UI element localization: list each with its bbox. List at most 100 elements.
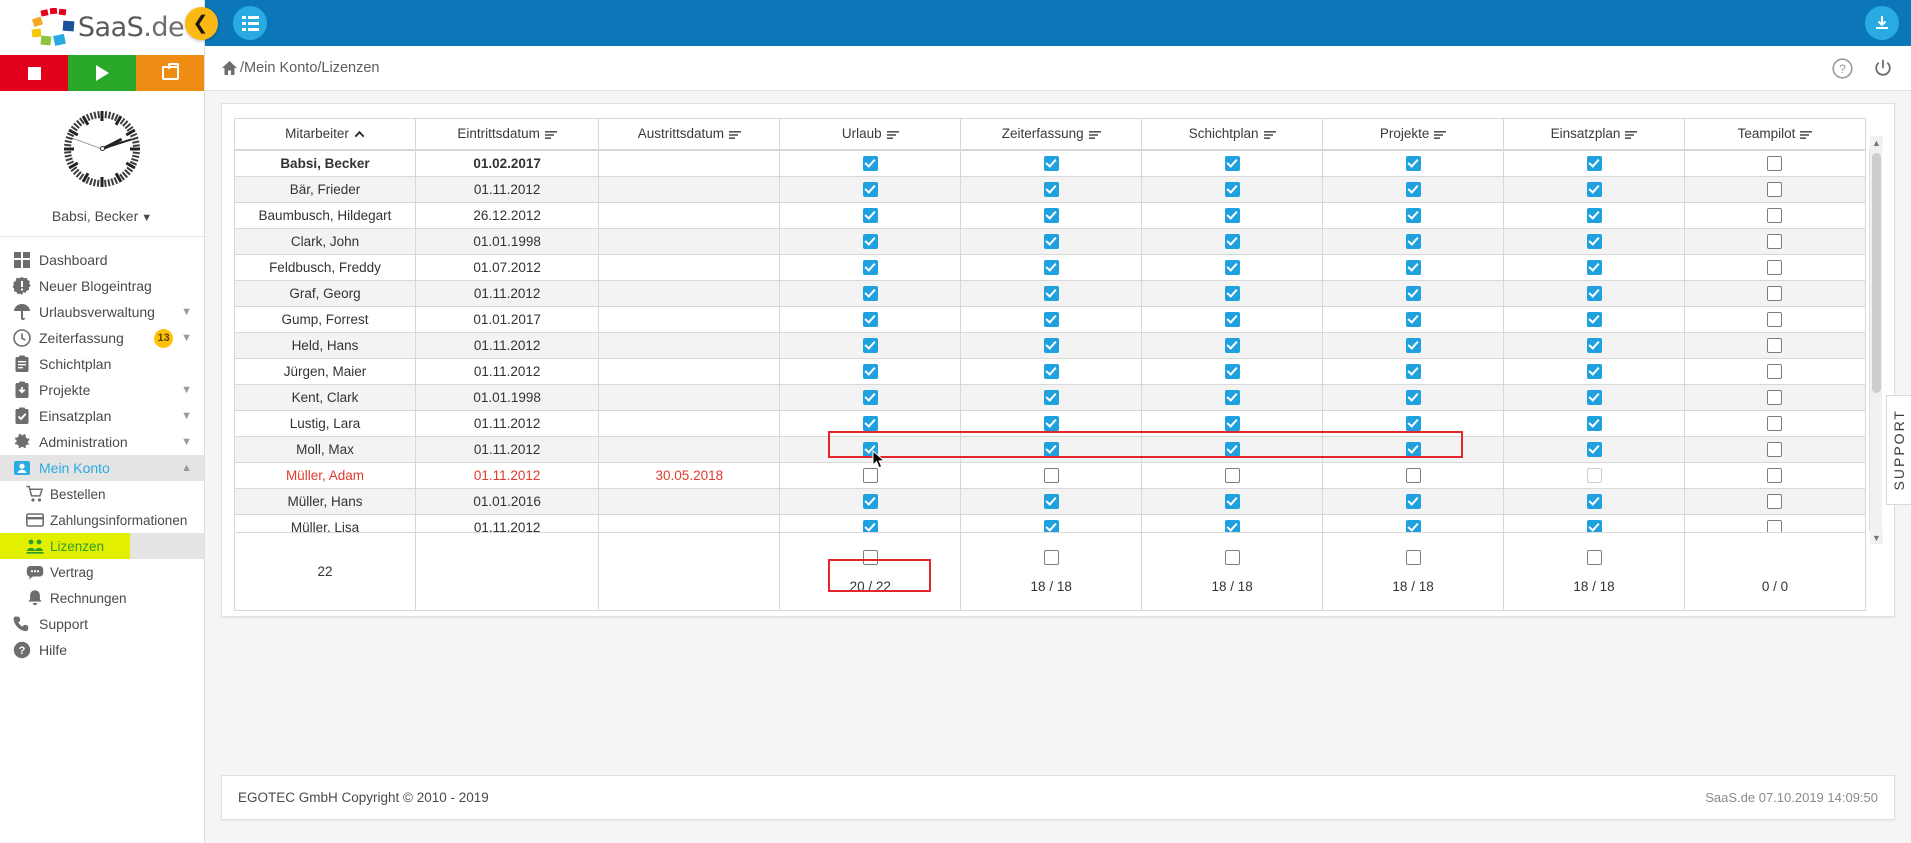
checkbox-checked[interactable] <box>862 260 878 276</box>
checkbox-checked[interactable] <box>862 234 878 250</box>
chevron-down-icon[interactable]: ▼ <box>181 332 192 344</box>
home-icon[interactable] <box>221 60 238 76</box>
checkbox-checked[interactable] <box>862 286 878 302</box>
sidebar-item-administration[interactable]: Administration ▼ <box>0 429 204 455</box>
checkbox-checked[interactable] <box>1224 442 1240 458</box>
checkbox-checked[interactable] <box>1043 260 1059 276</box>
checkbox-unchecked[interactable] <box>1043 468 1059 484</box>
checkbox-checked[interactable] <box>1224 338 1240 354</box>
checkbox-unchecked[interactable] <box>862 549 878 565</box>
checkbox-checked[interactable] <box>1586 312 1602 328</box>
checkbox-unchecked[interactable] <box>1224 468 1240 484</box>
download-button[interactable] <box>1865 6 1899 40</box>
checkbox-checked[interactable] <box>1224 364 1240 380</box>
table-row[interactable]: Babsi, Becker 01.02.2017 <box>234 150 1867 177</box>
checkbox-checked[interactable] <box>1224 260 1240 276</box>
sidebar-item-dashboard[interactable]: Dashboard <box>0 247 204 273</box>
help-circle-icon[interactable]: ? <box>1832 57 1853 79</box>
chevron-down-icon[interactable]: ▼ <box>181 384 192 396</box>
checkbox-checked[interactable] <box>1405 442 1421 458</box>
checkbox-checked[interactable] <box>862 442 878 458</box>
table-row[interactable]: Bär, Frieder 01.11.2012 <box>234 176 1867 203</box>
table-row[interactable]: Moll, Max 01.11.2012 <box>234 436 1867 463</box>
checkbox-unchecked[interactable] <box>1405 549 1421 565</box>
column-header-einsatzplan[interactable]: Einsatzplan <box>1503 118 1685 150</box>
table-row[interactable]: Müller, Lisa 01.11.2012 <box>234 514 1867 532</box>
sort-filter-icon[interactable] <box>544 127 557 142</box>
sidebar-item-einsatzplan[interactable]: Einsatzplan ▼ <box>0 403 204 429</box>
column-header-urlaub[interactable]: Urlaub <box>779 118 962 150</box>
checkbox-checked[interactable] <box>862 338 878 354</box>
checkbox-unchecked[interactable] <box>1224 549 1240 565</box>
checkbox-checked[interactable] <box>1224 208 1240 224</box>
checkbox-checked[interactable] <box>862 520 878 532</box>
table-vertical-scrollbar[interactable]: ▲ ▼ <box>1869 136 1883 544</box>
column-header-schichtplan[interactable]: Schichtplan <box>1141 118 1324 150</box>
column-header-austrittsdatum[interactable]: Austrittsdatum <box>598 118 781 150</box>
sort-filter-icon[interactable] <box>1434 127 1447 142</box>
checkbox-unchecked[interactable] <box>1767 312 1783 328</box>
table-row[interactable]: Graf, Georg 01.11.2012 <box>234 280 1867 307</box>
checkbox-unchecked[interactable] <box>1767 182 1783 198</box>
checkbox-unchecked[interactable] <box>1767 468 1783 484</box>
table-row[interactable]: Müller, Hans 01.01.2016 <box>234 488 1867 515</box>
table-row[interactable]: Held, Hans 01.11.2012 <box>234 332 1867 359</box>
sidebar-item-lizenzen[interactable]: Lizenzen <box>0 533 204 559</box>
brand-logo[interactable]: SaaS.de <box>0 0 204 55</box>
checkbox-checked[interactable] <box>1224 494 1240 510</box>
checkbox-checked[interactable] <box>1405 338 1421 354</box>
sort-filter-icon[interactable] <box>1800 127 1813 142</box>
play-button[interactable] <box>68 55 136 91</box>
checkbox-checked[interactable] <box>1586 494 1602 510</box>
checkbox-checked[interactable] <box>1043 234 1059 250</box>
sidebar-item-neuer-blogeintrag[interactable]: Neuer Blogeintrag <box>0 273 204 299</box>
checkbox-checked[interactable] <box>1405 286 1421 302</box>
checkbox-checked[interactable] <box>1224 390 1240 406</box>
checkbox-checked[interactable] <box>1586 338 1602 354</box>
table-row[interactable]: Feldbusch, Freddy 01.07.2012 <box>234 254 1867 281</box>
checkbox-checked[interactable] <box>1405 156 1421 172</box>
chevron-up-icon[interactable]: ▲ <box>181 462 192 474</box>
checkbox-checked[interactable] <box>1043 182 1059 198</box>
table-row[interactable]: Kent, Clark 01.01.1998 <box>234 384 1867 411</box>
sidebar-item-bestellen[interactable]: Bestellen <box>0 481 204 507</box>
checkbox-checked[interactable] <box>1043 494 1059 510</box>
breadcrumb[interactable]: /Mein Konto/Lizenzen <box>221 60 379 76</box>
checkbox-checked[interactable] <box>1586 286 1602 302</box>
checkbox-checked[interactable] <box>1405 520 1421 532</box>
sidebar-item-mein-konto[interactable]: Mein Konto ▲ <box>0 455 204 481</box>
sidebar-item-zeiterfassung[interactable]: Zeiterfassung 13 ▼ <box>0 325 204 351</box>
menu-toggle-button[interactable] <box>233 6 267 40</box>
checkbox-checked[interactable] <box>1043 520 1059 532</box>
column-header-teampilot[interactable]: Teampilot <box>1683 118 1867 150</box>
chevron-down-icon[interactable]: ▼ <box>181 306 192 318</box>
checkbox-checked[interactable] <box>1586 442 1602 458</box>
table-row[interactable]: Gump, Forrest 01.01.2017 <box>234 306 1867 333</box>
table-row[interactable]: Clark, John 01.01.1998 <box>234 228 1867 255</box>
checkbox-unchecked[interactable] <box>1586 549 1602 565</box>
chevron-down-icon[interactable]: ▼ <box>181 436 192 448</box>
checkbox-checked[interactable] <box>1586 520 1602 532</box>
checkbox-checked[interactable] <box>1586 416 1602 432</box>
checkbox-checked[interactable] <box>1043 364 1059 380</box>
checkbox-checked[interactable] <box>1586 260 1602 276</box>
user-menu[interactable]: Babsi, Becker ▼ <box>0 206 204 236</box>
table-row[interactable]: Lustig, Lara 01.11.2012 <box>234 410 1867 437</box>
sort-filter-icon[interactable] <box>886 127 899 142</box>
checkbox-checked[interactable] <box>1405 312 1421 328</box>
sidebar-item-hilfe[interactable]: ? Hilfe <box>0 637 204 663</box>
checkbox-checked[interactable] <box>1043 442 1059 458</box>
checkbox-checked[interactable] <box>1405 208 1421 224</box>
checkbox-checked[interactable] <box>862 364 878 380</box>
checkbox-checked[interactable] <box>862 208 878 224</box>
checkbox-unchecked[interactable] <box>1767 494 1783 510</box>
checkbox-unchecked[interactable] <box>1767 364 1783 380</box>
sidebar-item-support[interactable]: Support <box>0 611 204 637</box>
stop-button[interactable] <box>0 55 68 91</box>
support-tab[interactable]: SUPPORT <box>1886 395 1911 505</box>
checkbox-unchecked[interactable] <box>1767 234 1783 250</box>
briefcase-button[interactable] <box>136 55 204 91</box>
sidebar-item-projekte[interactable]: Projekte ▼ <box>0 377 204 403</box>
checkbox-unchecked[interactable] <box>1586 468 1602 484</box>
sort-filter-icon[interactable] <box>1625 127 1638 142</box>
